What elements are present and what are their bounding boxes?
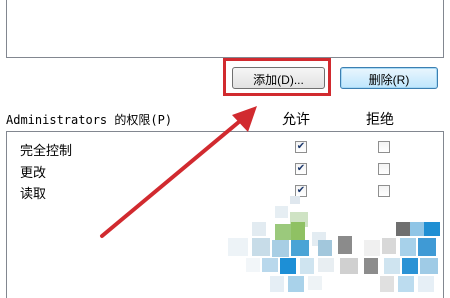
sharing-permissions-dialog: 添加(D)... 删除(R) Administrators 的权限(P) 允许 …: [0, 0, 450, 298]
mosaic-watermark-logo: [228, 196, 440, 292]
